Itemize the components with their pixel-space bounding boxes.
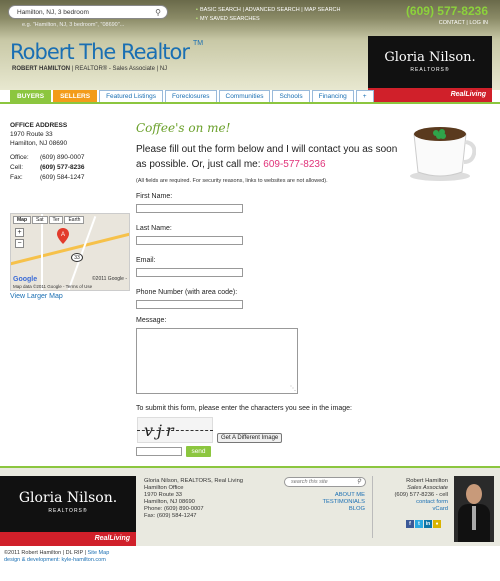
- blog-link[interactable]: BLOG: [310, 506, 365, 513]
- footer-agent-info: Robert Hamilton Sales Associate (609) 57…: [378, 478, 449, 513]
- search-icon[interactable]: ⚲: [357, 478, 361, 485]
- search-value: Hamilton, NJ, 3 bedroom: [17, 9, 89, 16]
- cell-phone-row: Cell: (609) 577-8236: [10, 164, 85, 171]
- zoom-in-icon[interactable]: +: [15, 228, 24, 237]
- page-title: Coffee's on me!: [136, 121, 231, 135]
- header-phone: (609) 577-8236: [405, 4, 488, 18]
- map-type-controls: Map Sat Ter Earth: [13, 216, 85, 224]
- testimonials-link[interactable]: TESTIMONIALS: [310, 499, 365, 506]
- map-type-ter[interactable]: Ter: [48, 216, 64, 224]
- zoom-out-icon[interactable]: −: [15, 239, 24, 248]
- intro-text: Please fill out the form below and I wil…: [136, 144, 398, 170]
- email-field[interactable]: [136, 268, 243, 277]
- brand-title[interactable]: Robert The Realtor: [10, 40, 190, 64]
- map-data-terms[interactable]: Map data ©2011 Google - Terms of Use: [13, 284, 92, 289]
- map-type-map[interactable]: Map: [13, 216, 31, 224]
- site-map-link[interactable]: Site Map: [88, 550, 110, 556]
- map-type-sat[interactable]: Sat: [32, 216, 48, 224]
- photo-tie: [472, 506, 476, 530]
- search-input[interactable]: Hamilton, NJ, 3 bedroom ⚲: [8, 5, 168, 19]
- map-search-link[interactable]: MAP SEARCH: [304, 7, 340, 13]
- search-hint: e.g. "Hamilton, NJ, 3 bedroom", "08690".…: [22, 22, 125, 28]
- last-name-label: Last Name:: [136, 225, 172, 232]
- different-image-button[interactable]: Get A Different Image: [217, 433, 283, 443]
- real-living-logo: RealLiving: [0, 532, 136, 546]
- svg-text:A: A: [61, 232, 65, 238]
- bullet-icon: ▪: [196, 7, 198, 13]
- about-me-link[interactable]: ABOUT ME: [310, 492, 365, 499]
- map-pin-icon[interactable]: A: [57, 228, 69, 244]
- form-notice: (All fields are required. For security r…: [136, 178, 328, 184]
- basic-search-link[interactable]: BASIC SEARCH: [200, 7, 241, 13]
- search-links: ▪ BASIC SEARCH | ADVANCED SEARCH | MAP SE…: [196, 7, 341, 22]
- facebook-icon[interactable]: f: [406, 520, 414, 528]
- login-link[interactable]: LOG IN: [469, 20, 488, 26]
- tab-featured-listings[interactable]: Featured Listings: [99, 90, 163, 102]
- map-copyright: ©2011 Google -: [91, 276, 127, 282]
- send-button[interactable]: send: [186, 446, 211, 457]
- last-name-field[interactable]: [136, 236, 243, 245]
- office-phone-row: Office: (609) 890-0007: [10, 154, 85, 161]
- contact-link[interactable]: CONTACT: [439, 20, 465, 26]
- advanced-search-link[interactable]: ADVANCED SEARCH: [245, 7, 300, 13]
- footer-divider: [372, 476, 373, 538]
- nav-divider: [0, 102, 500, 104]
- tab-more[interactable]: +: [355, 90, 374, 102]
- footer-links: ABOUT ME TESTIMONIALS BLOG: [310, 492, 365, 513]
- office-map[interactable]: Map Sat Ter Earth + − A 33 Google ©2011 …: [10, 213, 130, 291]
- message-field[interactable]: ⋱: [136, 328, 298, 394]
- gloria-nilson-footer-logo[interactable]: Gloria Nilson. REALTORS® RealLiving: [0, 476, 136, 546]
- contact-links: CONTACT | LOG IN: [438, 20, 488, 26]
- social-icons: f t in ●: [406, 520, 442, 528]
- sidebar: OFFICE ADDRESS 1970 Route 33 Hamilton, N…: [10, 122, 130, 181]
- linkedin-icon[interactable]: in: [424, 520, 432, 528]
- main-nav: BUYERS SELLERS Featured Listings Foreclo…: [10, 90, 376, 102]
- captcha-label: To submit this form, please enter the ch…: [136, 405, 352, 412]
- first-name-field[interactable]: [136, 204, 243, 213]
- bullet-icon: ▪: [196, 16, 198, 22]
- captcha-input[interactable]: [136, 447, 182, 456]
- captcha-noise: [137, 430, 213, 431]
- footer-office-info: Gloria Nilson, REALTORS, Real Living Ham…: [144, 478, 244, 519]
- map-road: [41, 214, 43, 290]
- intro-phone: 609-577-8236: [263, 159, 326, 170]
- agent-photo: [454, 476, 494, 542]
- first-name-label: First Name:: [136, 193, 173, 200]
- tab-sellers[interactable]: SELLERS: [53, 90, 98, 102]
- trademark: TM: [193, 40, 204, 47]
- phone-label: Phone Number (with area code):: [136, 289, 238, 296]
- address-line-2: Hamilton, NJ 08690: [10, 140, 68, 147]
- google-logo: Google: [13, 276, 38, 283]
- twitter-icon[interactable]: t: [415, 520, 423, 528]
- contact-form-link[interactable]: contact form: [378, 499, 448, 506]
- coffee-cup-icon: [410, 127, 476, 181]
- tab-communities[interactable]: Communities: [218, 90, 271, 102]
- phone-field[interactable]: [136, 300, 243, 309]
- photo-head: [466, 484, 482, 504]
- copyright: ©2011 Robert Hamilton | DL RIP | Site Ma…: [4, 550, 110, 563]
- office-heading: OFFICE ADDRESS: [10, 122, 68, 129]
- vcard-link[interactable]: vCard: [378, 506, 448, 513]
- route-shield: 33: [71, 253, 83, 262]
- message-label: Message:: [136, 317, 167, 324]
- tab-financing[interactable]: Financing: [311, 90, 354, 102]
- search-icon[interactable]: ⚲: [155, 8, 161, 17]
- footer-search-input[interactable]: search this site ⚲: [284, 477, 366, 487]
- tab-buyers[interactable]: BUYERS: [10, 90, 52, 102]
- address-line-1: 1970 Route 33: [10, 131, 53, 138]
- fax-row: Fax: (609) 584-1247: [10, 174, 85, 181]
- resize-grip-icon[interactable]: ⋱: [290, 385, 296, 392]
- design-credit-link[interactable]: design & development: kyle-hamilton.com: [4, 557, 106, 563]
- map-road: [11, 227, 129, 268]
- saved-searches-link[interactable]: MY SAVED SEARCHES: [200, 16, 260, 22]
- view-larger-map-link[interactable]: View Larger Map: [10, 293, 63, 300]
- map-type-earth[interactable]: Earth: [64, 216, 85, 224]
- tab-schools[interactable]: Schools: [272, 90, 310, 102]
- brand-subtitle: ROBERT HAMILTON | REALTOR® - Sales Assoc…: [12, 66, 168, 72]
- real-living-logo: RealLiving: [368, 88, 492, 102]
- gloria-nilson-logo[interactable]: Gloria Nilson. REALTORS® RealLiving: [368, 36, 492, 102]
- tab-foreclosures[interactable]: Foreclosures: [164, 90, 217, 102]
- email-label: Email:: [136, 257, 156, 264]
- rss-icon[interactable]: ●: [433, 520, 441, 528]
